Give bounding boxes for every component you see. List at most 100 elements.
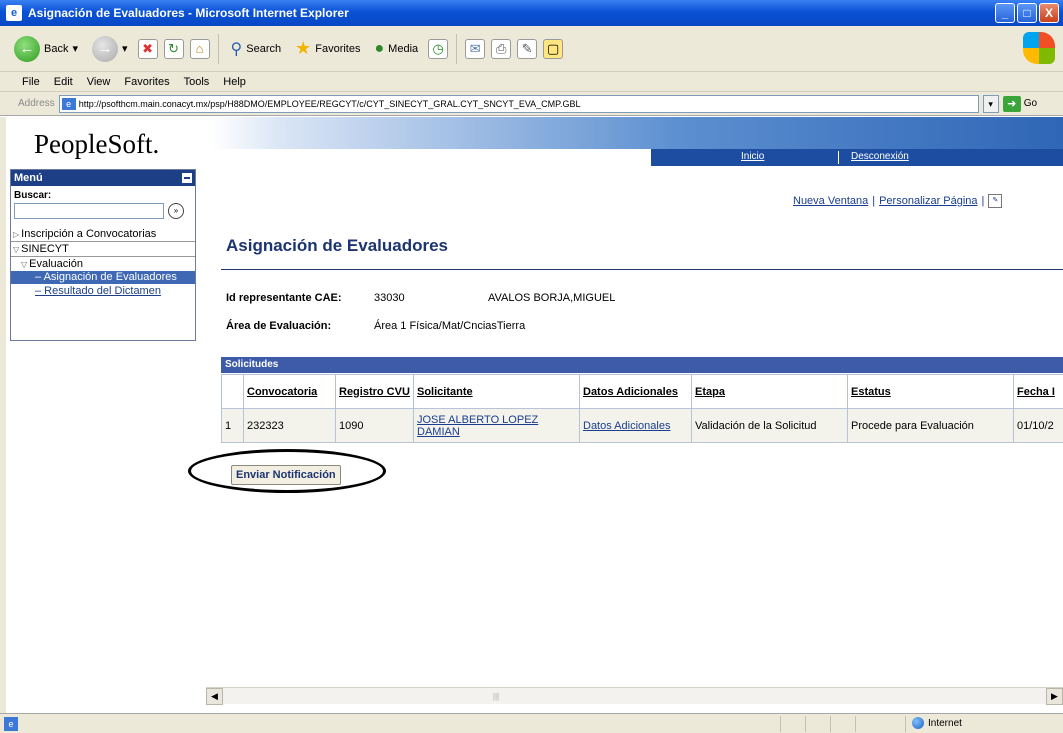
menu-favorites[interactable]: Favorites <box>124 76 169 88</box>
close-button[interactable]: X <box>1039 3 1059 23</box>
menu-search-input[interactable] <box>14 203 164 219</box>
zone-label: Internet <box>928 717 962 729</box>
page-links: Nueva Ventana | Personalizar Página | ✎ <box>793 194 1003 208</box>
home-link[interactable]: Inicio <box>741 151 764 162</box>
ie-icon: e <box>6 5 22 21</box>
menu-item-label: SINECYT <box>21 243 69 255</box>
column-header-solicitante[interactable]: Solicitante <box>413 374 580 409</box>
status-divider <box>905 716 906 732</box>
windows-logo-icon <box>1023 32 1055 64</box>
go-arrow-icon: ➜ <box>1002 95 1021 112</box>
area-row: Área de Evaluación: Área 1 Física/Mat/Cn… <box>226 320 525 332</box>
page-title: Asignación de Evaluadores <box>226 236 449 255</box>
address-dropdown-button[interactable]: ▾ <box>982 94 999 113</box>
history-icon[interactable]: ◷ <box>428 38 449 59</box>
cae-name: AVALOS BORJA,MIGUEL <box>488 292 616 304</box>
peoplesoft-logo: PeopleSoft. <box>34 129 160 159</box>
cell-registro-cvu: 1090 <box>335 408 414 443</box>
cell-convocatoria: 232323 <box>243 408 336 443</box>
home-icon[interactable]: ⌂ <box>189 38 210 59</box>
window-controls: _ □ X <box>995 3 1059 23</box>
menu-tools[interactable]: Tools <box>184 76 210 88</box>
cell-solicitante: JOSE ALBERTO LOPEZ DAMIAN <box>413 408 580 443</box>
status-bar: e Internet <box>0 713 1063 733</box>
menu-edit[interactable]: Edit <box>54 76 73 88</box>
column-header-etapa[interactable]: Etapa <box>691 374 848 409</box>
stop-icon[interactable]: ✖ <box>137 38 158 59</box>
menu-item-label: Inscripción a Convocatorias <box>21 228 157 240</box>
media-label: Media <box>388 42 419 55</box>
refresh-icon[interactable]: ↻ <box>163 38 184 59</box>
collapsed-triangle-icon: ▷ <box>13 230 20 239</box>
go-button[interactable]: ➜ Go <box>1002 95 1037 112</box>
media-button[interactable]: ● Media <box>371 38 423 60</box>
nav-divider <box>838 151 839 164</box>
column-header-fecha[interactable]: Fecha I <box>1013 374 1063 409</box>
grid-title: Solicitudes <box>221 357 1063 373</box>
menu-item-label: Evaluación <box>29 258 83 270</box>
menu-view[interactable]: View <box>87 76 111 88</box>
status-divider <box>855 716 856 732</box>
favorites-button[interactable]: ★ Favorites <box>291 36 364 61</box>
solicitante-link[interactable]: JOSE ALBERTO LOPEZ DAMIAN <box>417 414 538 438</box>
search-button[interactable]: ⚲ Search <box>227 37 286 61</box>
notepad-icon[interactable]: ✎ <box>988 194 1003 208</box>
link-separator: | <box>981 195 985 207</box>
minimize-button[interactable]: _ <box>995 3 1015 23</box>
scroll-right-icon[interactable]: ▶ <box>1046 688 1063 705</box>
address-bar: Address e http://psofthcm.main.conacyt.m… <box>0 92 1063 116</box>
menu-help[interactable]: Help <box>223 76 246 88</box>
edit-icon[interactable]: ✎ <box>517 38 538 59</box>
menu-file[interactable]: File <box>22 76 40 88</box>
scroll-left-icon[interactable]: ◀ <box>206 688 223 705</box>
solicitudes-table: Convocatoria Registro CVU Solicitante Da… <box>221 374 1063 443</box>
area-label: Área de Evaluación: <box>226 320 332 332</box>
left-menu: Menú Buscar: » ▷ Inscripción a Convocator… <box>10 169 196 341</box>
back-button[interactable]: ← Back ▾ <box>10 34 82 64</box>
print-icon[interactable]: ⎙ <box>491 38 512 59</box>
column-header-registro-cvu[interactable]: Registro CVU <box>335 374 414 409</box>
menu-item-asignacion[interactable]: – Asignación de Evaluadores <box>11 271 195 284</box>
table-header-row: Convocatoria Registro CVU Solicitante Da… <box>221 374 1063 409</box>
star-icon: ★ <box>295 38 312 58</box>
cae-row: Id representante CAE: 33030 AVALOS BORJA… <box>226 292 615 304</box>
column-header-convocatoria[interactable]: Convocatoria <box>243 374 336 409</box>
search-go-icon[interactable]: » <box>168 203 184 219</box>
menu-title: Menú <box>14 172 43 184</box>
column-header-datos-adicionales[interactable]: Datos Adicionales <box>579 374 692 409</box>
page-icon: e <box>61 97 76 110</box>
status-divider <box>805 716 806 732</box>
column-header-estatus[interactable]: Estatus <box>847 374 1014 409</box>
datos-adicionales-link[interactable]: Datos Adicionales <box>583 420 670 432</box>
horizontal-scrollbar[interactable]: ◀ ||| ▶ <box>206 687 1063 705</box>
cae-value: 33030 <box>374 292 405 304</box>
menu-item-sinecyt[interactable]: ▽ SINECYT <box>11 241 195 256</box>
collapse-icon[interactable] <box>182 173 192 183</box>
menu-item-inscripcion[interactable]: ▷ Inscripción a Convocatorias <box>11 227 195 241</box>
forward-arrow-icon: → <box>92 35 118 62</box>
window-titlebar: e Asignación de Evaluadores - Microsoft … <box>0 0 1063 26</box>
favorites-label: Favorites <box>315 42 361 55</box>
link-separator: | <box>872 195 876 207</box>
address-input[interactable]: e http://psofthcm.main.conacyt.mx/psp/H8… <box>58 94 979 113</box>
messenger-icon[interactable]: ▢ <box>543 38 564 59</box>
browser-toolbar: ← Back ▾ → ▾ ✖ ↻ ⌂ ⚲ Search ★ Favorites … <box>0 26 1063 72</box>
logout-link[interactable]: Desconexión <box>851 151 909 162</box>
menu-search-row: » <box>11 201 195 219</box>
mail-icon[interactable]: ✉ <box>465 38 486 59</box>
maximize-button[interactable]: □ <box>1017 3 1037 23</box>
forward-button[interactable]: → ▾ <box>88 34 132 64</box>
send-notification-button[interactable]: Enviar Notificación <box>231 465 341 485</box>
back-label: Back <box>44 42 69 55</box>
expanded-triangle-icon: ▽ <box>13 245 20 254</box>
scroll-thumb[interactable]: ||| <box>486 692 506 701</box>
menu-tree: ▷ Inscripción a Convocatorias ▽ SINECYT ▽ E… <box>11 227 195 298</box>
menu-item-evaluacion[interactable]: ▽ Evaluación <box>11 256 195 271</box>
personalize-page-link[interactable]: Personalizar Página <box>879 195 977 207</box>
globe-icon <box>912 717 924 729</box>
cae-label: Id representante CAE: <box>226 292 342 304</box>
row-number: 1 <box>221 408 244 443</box>
new-window-link[interactable]: Nueva Ventana <box>793 195 868 207</box>
menu-item-resultado[interactable]: – Resultado del Dictamen <box>11 284 195 298</box>
header-banner <box>211 117 1063 149</box>
